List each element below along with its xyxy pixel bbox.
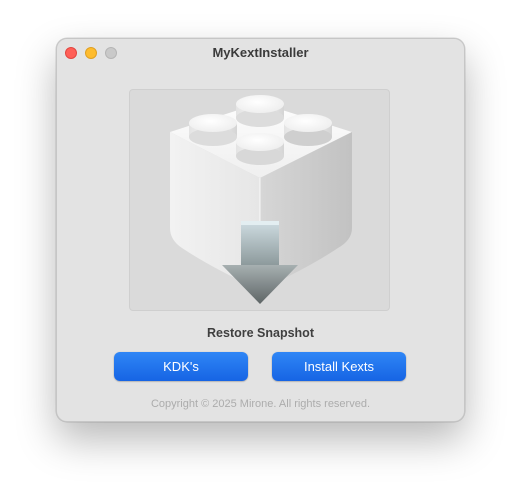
install-kexts-button[interactable]: Install Kexts	[272, 352, 406, 381]
image-well	[129, 89, 390, 311]
window-title: MyKextInstaller	[212, 45, 309, 60]
kdks-button[interactable]: KDK's	[114, 352, 248, 381]
title-bar[interactable]: MyKextInstaller	[57, 39, 464, 67]
app-window: MyKextInstaller Restore Snapshot KDK's I…	[56, 38, 465, 422]
kext-install-icon	[170, 95, 352, 304]
copyright-text: Copyright © 2025 Mirone. All rights rese…	[150, 398, 371, 410]
status-caption: Restore Snapshot	[207, 326, 314, 340]
